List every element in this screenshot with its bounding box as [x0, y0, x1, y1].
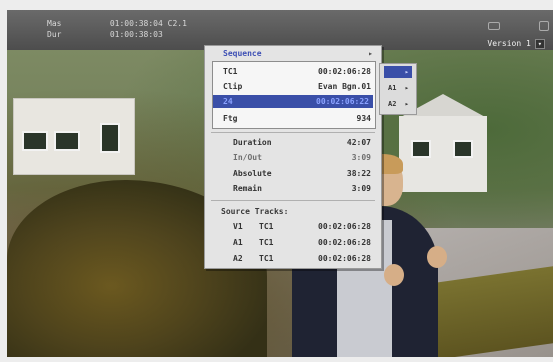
flyout-item-a2[interactable]: A2 ▸ [384, 98, 412, 110]
flyout-item-label: A1 [388, 84, 397, 92]
menu-item-label: Clip [223, 82, 243, 91]
menu-item-duration[interactable]: Duration 42:07 [233, 136, 373, 149]
version-selector[interactable]: Version 1 ▾ [487, 39, 545, 49]
menu-header-label: Sequence [223, 49, 262, 58]
timecode-label: Mas [47, 19, 62, 28]
menu-item-label: Remain [233, 184, 262, 193]
record-monitor: Mas 01:00:38:04 C2.1 Dur 01:00:38:03 Ver… [7, 10, 553, 357]
child-hand [384, 264, 404, 286]
source-track-a2[interactable]: A2 TC1 00:02:06:28 [233, 252, 373, 265]
version-label: Version 1 [487, 39, 531, 48]
menu-item-remain[interactable]: Remain 3:09 [233, 182, 373, 195]
submenu-arrow-icon: ▸ [368, 49, 373, 58]
track-name: A1 [233, 238, 243, 247]
timecode-row-master[interactable]: Mas 01:00:38:04 C2.1 [47, 19, 187, 28]
source-tracks-label: Source Tracks: [221, 207, 289, 216]
track-kind: TC1 [259, 238, 274, 247]
child-hand [427, 246, 447, 268]
window [22, 131, 48, 151]
house-right [399, 116, 487, 192]
house-left [13, 98, 135, 175]
menu-item-label: 24 [223, 97, 233, 106]
timecode-display-menu[interactable]: Sequence ▸ TC1 00:02:06:28 Clip Evan Bgn… [204, 45, 382, 269]
editor-frame: Mas 01:00:38:04 C2.1 Dur 01:00:38:03 Ver… [0, 0, 553, 362]
menu-item-value: 3:09 [351, 184, 371, 193]
source-track-v1[interactable]: V1 TC1 00:02:06:28 [233, 220, 373, 233]
chevron-right-icon: ▸ [404, 100, 409, 108]
menu-item-sequence[interactable]: Sequence ▸ [205, 46, 381, 61]
menu-item-in-out[interactable]: In/Out 3:09 [233, 151, 373, 164]
menu-item-label: Ftg [223, 114, 238, 123]
menu-item-clip[interactable]: Clip Evan Bgn.01 [223, 80, 373, 93]
track-value: 00:02:06:28 [318, 222, 371, 231]
menu-divider [211, 132, 375, 133]
menu-item-absolute[interactable]: Absolute 38:22 [233, 167, 373, 180]
track-value: 00:02:06:28 [318, 238, 371, 247]
menu-item-value: 934 [356, 114, 371, 123]
track-kind: TC1 [259, 222, 274, 231]
menu-divider [211, 200, 375, 201]
window [100, 123, 120, 153]
menu-item-ftg[interactable]: Ftg 934 [223, 112, 373, 125]
track-value: 00:02:06:28 [318, 254, 371, 263]
window [54, 131, 80, 151]
timecode-row-duration[interactable]: Dur 01:00:38:03 [47, 30, 163, 39]
flyout-item-a1[interactable]: A1 ▸ [384, 82, 412, 94]
menu-item-value: 00:02:06:22 [316, 97, 369, 106]
menu-item-value: Evan Bgn.01 [318, 82, 371, 91]
monitor-info-bar: Mas 01:00:38:04 C2.1 Dur 01:00:38:03 Ver… [7, 10, 553, 50]
chevron-right-icon: ▸ [404, 68, 409, 76]
track-name: V1 [233, 222, 243, 231]
menu-item-value: 3:09 [351, 153, 371, 162]
source-tracks-heading: Source Tracks: [221, 205, 371, 218]
timecode-label: Dur [47, 30, 62, 39]
timecode-value: 01:00:38:03 [109, 30, 163, 39]
menu-item-value: 00:02:06:28 [318, 67, 371, 76]
chevron-right-icon: ▸ [404, 84, 409, 92]
flyout-item-label: A2 [388, 100, 397, 108]
sequence-submenu[interactable]: TC1 00:02:06:28 Clip Evan Bgn.01 24 00:0… [212, 61, 376, 129]
window [411, 140, 431, 158]
menu-item-24-selected[interactable]: 24 00:02:06:22 [213, 95, 373, 108]
menu-item-tc1[interactable]: TC1 00:02:06:28 [223, 65, 373, 78]
track-flyout-menu[interactable]: ▸ A1 ▸ A2 ▸ [379, 63, 417, 115]
menu-item-label: Duration [233, 138, 272, 147]
menu-item-label: In/Out [233, 153, 262, 162]
menu-item-value: 38:22 [346, 169, 371, 178]
track-kind: TC1 [259, 254, 274, 263]
menu-item-label: Absolute [233, 169, 272, 178]
flyout-item-selected[interactable]: ▸ [384, 66, 412, 78]
menu-item-label: TC1 [223, 67, 238, 76]
track-name: A2 [233, 254, 243, 263]
source-track-a1[interactable]: A1 TC1 00:02:06:28 [233, 236, 373, 249]
menu-item-value: 42:07 [346, 138, 371, 147]
version-menu-icon[interactable]: ▾ [534, 39, 545, 49]
window [453, 140, 473, 158]
timecode-value: 01:00:38:04 C2.1 [109, 19, 187, 28]
monitor-menu-icon[interactable] [539, 21, 549, 31]
monitor-toggle-icon[interactable] [488, 22, 500, 30]
